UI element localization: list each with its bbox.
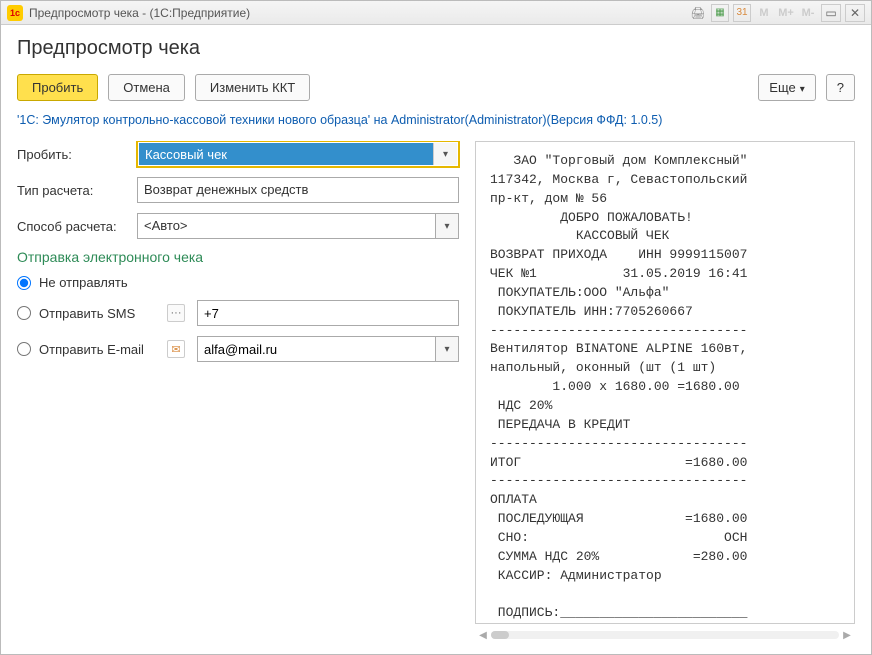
calendar-icon[interactable]: 31 [733, 4, 751, 22]
form-column: Пробить: Кассовый чек ▾ Тип расчета: Воз… [17, 141, 459, 642]
main-window: 1c Предпросмотр чека - (1С:Предприятие) … [0, 0, 872, 655]
method-dropdown-toggle[interactable]: ▾ [435, 213, 459, 239]
more-button[interactable]: Еще▾ [758, 74, 815, 101]
email-dropdown-toggle[interactable]: ▾ [435, 336, 459, 362]
app-icon: 1c [7, 5, 23, 21]
probit-dropdown[interactable]: Кассовый чек [139, 143, 433, 165]
scroll-right-icon[interactable]: ▶ [839, 630, 855, 641]
mail-icon: ✉ [167, 340, 185, 358]
scroll-track[interactable] [491, 631, 839, 639]
receipt-preview: ЗАО "Торговый дом Комплексный" 117342, М… [475, 141, 855, 624]
scroll-left-icon[interactable]: ◀ [475, 630, 491, 641]
info-line: '1С: Эмулятор контрольно-кассовой техник… [17, 113, 855, 127]
scroll-thumb[interactable] [491, 631, 509, 639]
receipt-column: ЗАО "Торговый дом Комплексный" 117342, М… [475, 141, 855, 642]
memory-m[interactable]: M [755, 4, 773, 22]
calc-icon[interactable]: ▦ [711, 4, 729, 22]
memory-mplus[interactable]: M+ [777, 4, 795, 22]
method-label: Способ расчета: [17, 219, 137, 234]
radio-email-label: Отправить E-mail [39, 342, 159, 357]
sms-icon [167, 304, 185, 322]
content-area: Предпросмотр чека Пробить Отмена Изменит… [1, 25, 871, 654]
titlebar: 1c Предпросмотр чека - (1С:Предприятие) … [1, 1, 871, 25]
probit-dropdown-toggle[interactable]: ▾ [433, 143, 457, 165]
window-title: Предпросмотр чека - (1С:Предприятие) [29, 6, 683, 20]
close-icon[interactable]: ✕ [845, 4, 865, 22]
print-icon[interactable]: 🖨 [689, 4, 707, 22]
body-grid: Пробить: Кассовый чек ▾ Тип расчета: Воз… [17, 141, 855, 642]
titlebar-actions: 🖨 ▦ 31 M M+ M- ▭ ✕ [689, 4, 865, 22]
type-field[interactable]: Возврат денежных средств [137, 177, 459, 203]
radio-none-label: Не отправлять [39, 275, 128, 290]
send-section-title: Отправка электронного чека [17, 249, 459, 265]
page-title: Предпросмотр чека [17, 37, 855, 60]
help-button[interactable]: ? [826, 74, 855, 101]
cancel-button[interactable]: Отмена [108, 74, 185, 101]
method-dropdown[interactable]: <Авто> [137, 213, 435, 239]
toolbar: Пробить Отмена Изменить ККТ Еще▾ ? [17, 74, 855, 101]
sms-input[interactable] [197, 300, 459, 326]
type-label: Тип расчета: [17, 183, 137, 198]
radio-sms-label: Отправить SMS [39, 306, 159, 321]
email-input[interactable] [197, 336, 435, 362]
horizontal-scrollbar[interactable]: ◀ ▶ [475, 628, 855, 642]
radio-sms[interactable] [17, 306, 31, 320]
probit-button[interactable]: Пробить [17, 74, 98, 101]
memory-mminus[interactable]: M- [799, 4, 817, 22]
probit-label: Пробить: [17, 147, 137, 162]
radio-email[interactable] [17, 342, 31, 356]
maximize-icon[interactable]: ▭ [821, 4, 841, 22]
change-kkt-button[interactable]: Изменить ККТ [195, 74, 310, 101]
radio-none[interactable] [17, 276, 31, 290]
